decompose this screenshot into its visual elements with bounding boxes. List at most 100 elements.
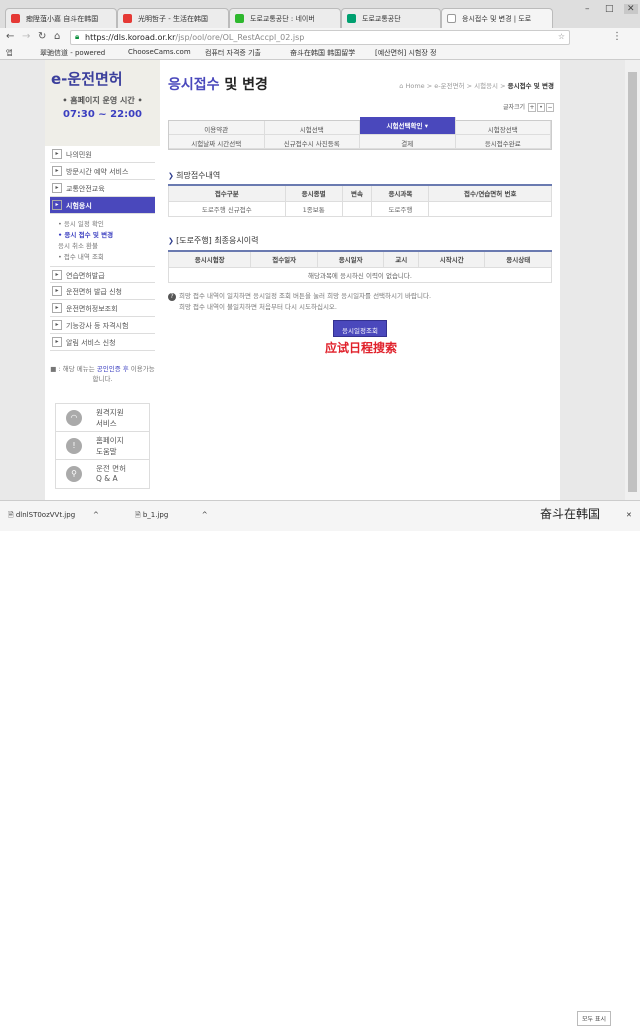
homepage-help-link[interactable]: ! 홈페이지도움말 xyxy=(56,432,149,460)
address-bar[interactable]: 🔒︎ https://dls.koroad.or.kr/jsp/ool/ore/O… xyxy=(70,30,570,45)
browser-tab-active[interactable]: 응시접수 및 변경 | 도로 xyxy=(441,8,553,28)
breadcrumb-path[interactable]: ⌂ Home > e-운전면허 > 시험응시 > xyxy=(399,82,507,90)
step-tab[interactable]: 이용약관 xyxy=(169,121,265,135)
alert-icon: ! xyxy=(66,438,82,454)
column-header: 변속 xyxy=(341,184,373,202)
download-item[interactable]: 🗎 dlnlST0ozVVt.jpg ^ xyxy=(8,511,99,522)
column-header: 응시과목 xyxy=(371,184,430,202)
browser-tab[interactable]: 도로교통공단 xyxy=(341,8,441,28)
qa-link[interactable]: ⚲ 운전 면허 Q & A xyxy=(56,460,149,488)
step-tab[interactable]: 응시접수완료 xyxy=(455,135,551,149)
hours-value: 07:30 ~ 22:00 xyxy=(62,109,142,120)
bookmark[interactable]: 奋斗在韩国 韩国留学 xyxy=(290,48,355,58)
star-icon[interactable]: ☆ xyxy=(558,32,565,41)
sidebar-item-active[interactable]: 시험응시 xyxy=(50,197,155,214)
browser-tab[interactable]: 도로교통공단 : 네이버 xyxy=(229,8,341,28)
submenu-item[interactable]: 응시 취소 환불 xyxy=(58,240,155,251)
step-tab-active[interactable]: 시험선택확인 ▾ xyxy=(360,117,456,135)
forward-icon[interactable]: → xyxy=(22,31,30,42)
note-text: ■ : 해당 메뉴는 xyxy=(50,365,97,373)
table-row: 도로주행 신규접수 1종보통 도로주행 xyxy=(168,200,552,217)
step-tab[interactable]: 결제 xyxy=(360,135,456,149)
table-cell: 도로주행 xyxy=(371,200,430,217)
download-filename: b_1.jpg xyxy=(142,511,169,519)
scrollbar[interactable] xyxy=(625,60,640,500)
auth-note: ■ : 해당 메뉴는 공인인증 후 이용가능합니다. xyxy=(50,363,155,383)
browser-tab[interactable]: 瘛陞菹小嘉 自斗在韩国 xyxy=(5,8,117,28)
column-header: 응시종별 xyxy=(284,184,343,202)
scrollbar-thumb[interactable] xyxy=(628,72,637,492)
hours-label: • 홈페이지 운영 시간 • xyxy=(62,96,143,105)
remote-support-link[interactable]: ◠ 원격지원 서비스 xyxy=(56,404,149,432)
column-header: 접수구분 xyxy=(168,184,286,202)
page-title: 응시접수 및 변경 xyxy=(168,74,268,94)
step-tab[interactable]: 시험장선택 xyxy=(455,121,551,135)
title-accent: 응시접수 xyxy=(168,77,220,93)
schedule-search-button[interactable]: 응시일정조회 xyxy=(333,320,387,337)
bookmark[interactable]: 앱 xyxy=(6,48,12,58)
help-label: 도움말 xyxy=(96,447,117,456)
help-links: ◠ 원격지원 서비스 ! 홈페이지 도움말 ⚲ 운전 면허 Q & A xyxy=(55,403,150,489)
tab-label: 도로교통공단 xyxy=(362,15,401,23)
submenu-item[interactable]: • 접수 내역 조회 xyxy=(58,251,155,262)
tab-favicon xyxy=(447,14,456,23)
font-decrease-button[interactable]: − xyxy=(546,103,554,112)
bookmark[interactable]: 翠驰信道 - powered xyxy=(40,48,105,58)
close-download-bar-icon[interactable]: ✕ xyxy=(626,511,632,519)
tab-favicon xyxy=(123,14,132,23)
empty-message: 해당과목에 응시하신 이력이 없습니다. xyxy=(168,266,552,283)
submenu-item-active[interactable]: • 응시 접수 및 변경 xyxy=(58,229,155,240)
tab-favicon xyxy=(235,14,244,23)
sidebar-item[interactable]: 교통안전교육 xyxy=(50,180,155,197)
sidebar-item[interactable]: 기능강사 등 자격시험 xyxy=(50,317,155,334)
section-title: [도로주행] 최종응시이력 xyxy=(168,235,258,246)
minimize-button[interactable]: – xyxy=(585,4,590,14)
sidebar-item[interactable]: 연습면허발급 xyxy=(50,266,155,283)
url-path: /jsp/ool/ore/OL_RestAccpl_02.jsp xyxy=(175,33,305,42)
wifi-icon: ◠ xyxy=(66,410,82,426)
tab-label: 응시접수 및 변경 | 도로 xyxy=(462,15,532,23)
maximize-button[interactable]: □ xyxy=(605,4,614,14)
site-logo[interactable]: e-운전면허 xyxy=(51,68,154,89)
search-icon: ⚲ xyxy=(66,466,82,482)
step-tab[interactable]: 시험선택 xyxy=(264,121,360,135)
sidebar-item[interactable]: 방문시간 예약 서비스 xyxy=(50,163,155,180)
help-label: 홈페이지 xyxy=(96,436,124,445)
font-increase-button[interactable]: + xyxy=(528,103,536,112)
step-tab[interactable]: 시험날짜 시간선택 xyxy=(169,135,265,149)
show-all-button[interactable]: 모두 표시 xyxy=(577,1011,611,1026)
info-icon: ? xyxy=(168,293,176,301)
sidebar-item[interactable]: 알림 서비스 신청 xyxy=(50,334,155,351)
title-rest: 및 변경 xyxy=(219,77,268,93)
table-cell: 1종보통 xyxy=(284,200,343,217)
font-size-label: 글자크기 xyxy=(502,104,526,111)
download-item[interactable]: 🗎 b_1.jpg ^ xyxy=(135,511,208,522)
reload-icon[interactable]: ↻ xyxy=(38,31,46,42)
submenu: • 응시 일정 확인 • 응시 접수 및 변경 응시 취소 환불 • 접수 내역… xyxy=(50,214,155,266)
sidebar-item[interactable]: 운전면허 발급 신청 xyxy=(50,283,155,300)
bookmark[interactable]: ChooseCams.com xyxy=(128,48,191,56)
help-label: Q & A xyxy=(96,474,118,483)
watermark: 奋斗在韩国 xyxy=(540,507,601,521)
sidebar-item[interactable]: 나의민원 xyxy=(50,146,155,163)
breadcrumb-current: 응시접수 및 변경 xyxy=(507,82,554,90)
back-icon[interactable]: ← xyxy=(6,31,14,42)
column-header: 접수일자 xyxy=(250,250,318,268)
menu-icon[interactable]: ⋮ xyxy=(612,31,622,42)
browser-tab[interactable]: 光明哲子 - 生活在韩国 xyxy=(117,8,229,28)
sidebar-menu: 나의민원 방문시간 예약 서비스 교통안전교육 시험응시 • 응시 일정 확인 … xyxy=(50,146,155,351)
bookmark[interactable]: 컴퓨터 자격증 기출 xyxy=(205,48,261,58)
bookmark[interactable]: [예산면허] 시험장 정 xyxy=(375,48,436,58)
help-label: 원격지원 xyxy=(96,408,124,417)
step-tab[interactable]: 신규접수시 사진등록 xyxy=(264,135,360,149)
font-reset-button[interactable]: • xyxy=(537,103,545,112)
note-link[interactable]: 공인인증 후 xyxy=(97,365,129,373)
table-cell xyxy=(341,200,373,217)
sidebar-item[interactable]: 운전면허정보조회 xyxy=(50,300,155,317)
submenu-item[interactable]: • 응시 일정 확인 xyxy=(58,218,155,229)
close-window-button[interactable]: ✕ xyxy=(624,4,638,14)
home-icon[interactable]: ⌂ xyxy=(54,31,60,42)
tab-favicon xyxy=(11,14,20,23)
column-header: 교시 xyxy=(383,250,419,268)
column-header: 응시일자 xyxy=(316,250,385,268)
